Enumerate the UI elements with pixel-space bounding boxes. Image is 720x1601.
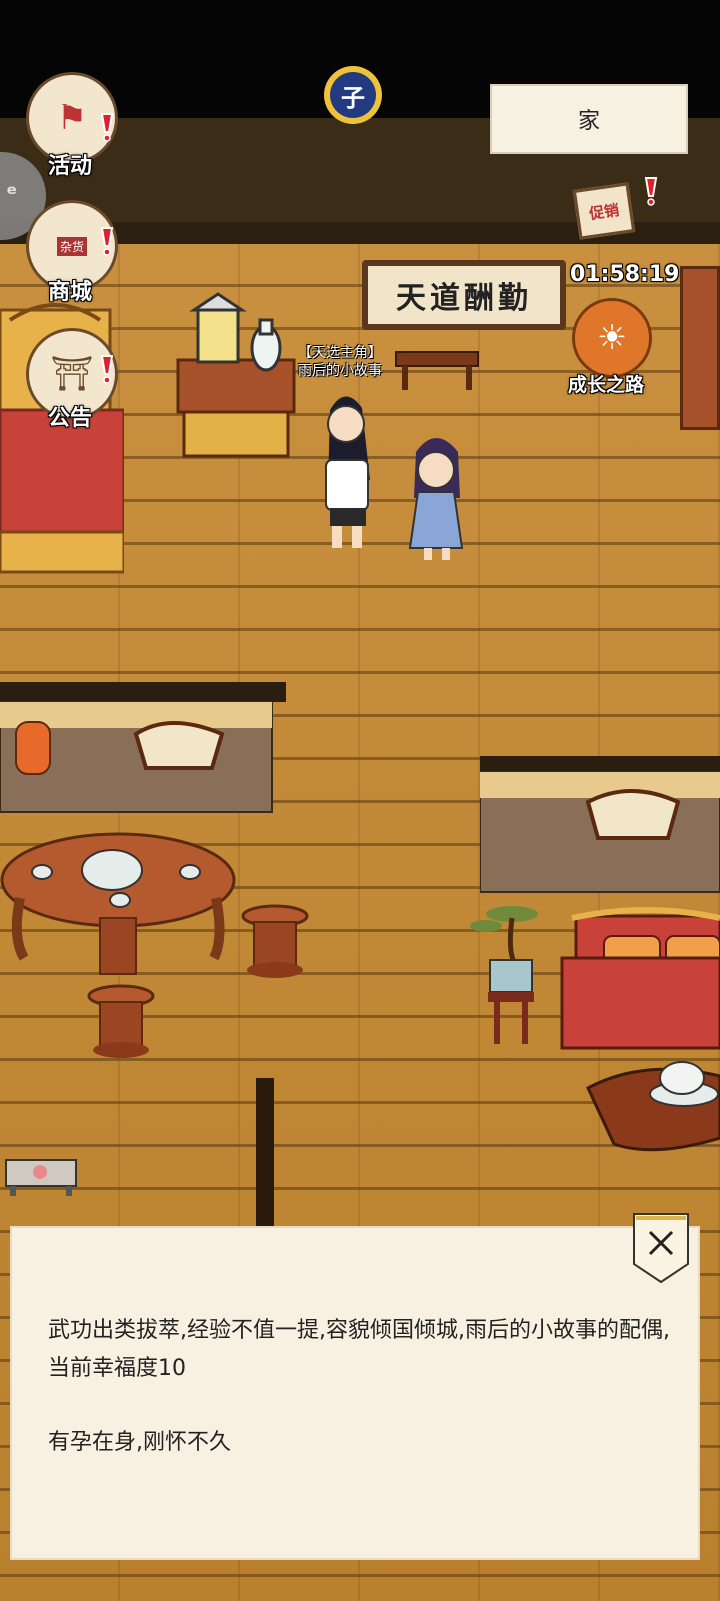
guqin-stand[interactable] <box>392 346 482 392</box>
plaque-text: 天道酬勤 <box>368 266 560 324</box>
promo-badge: 促销 <box>587 200 621 223</box>
spouse-character[interactable] <box>402 428 472 562</box>
tea-table[interactable] <box>0 828 240 978</box>
root-tea-table[interactable] <box>584 1058 720 1158</box>
left-partition <box>0 682 286 813</box>
person-icon: ☀ <box>596 318 628 358</box>
character-title: 【天选主角】 <box>298 345 382 361</box>
shop-alert-icon <box>98 226 116 256</box>
promo-alert-icon <box>642 176 660 206</box>
side-table-with-lamp[interactable] <box>176 290 296 460</box>
bonsai-stand[interactable] <box>468 900 548 1050</box>
time-of-day-indicator[interactable]: 子 <box>324 66 382 124</box>
dialog-status: 有孕在身,刚怀不久 <box>48 1430 231 1455</box>
stool-right[interactable] <box>240 904 310 980</box>
dialog-description: 武功出类拔萃,经验不值一提,容貌倾国倾城,雨后的小故事的配偶,当前幸福度10 <box>48 1318 670 1381</box>
character-name: 雨后的小故事 <box>298 363 382 379</box>
game-scene: 天道酬勤 【天选主角】 雨后的小故事 子 家 ᵉ ⚑ 活动 杂货 商城 ⛩ 公告… <box>0 0 720 1601</box>
time-indicator-text: 子 <box>330 72 376 118</box>
cabinet[interactable] <box>680 266 720 430</box>
growth-path-label: 成长之路 <box>568 374 645 396</box>
player-character[interactable] <box>300 390 390 556</box>
sofa[interactable] <box>556 906 720 1058</box>
stool-front[interactable] <box>86 984 156 1060</box>
character-name-tag: 【天选主角】 雨后的小故事 <box>298 344 382 380</box>
shop-label: 商城 <box>48 280 93 305</box>
notice-alert-icon <box>98 354 116 384</box>
side-tab-glyph-icon: ᵉ <box>6 180 18 208</box>
promo-timer: 01:58:19 <box>570 262 680 287</box>
right-partition <box>480 756 720 893</box>
shop-badge: 杂货 <box>56 236 87 256</box>
promo-button[interactable]: 促销 <box>572 182 636 240</box>
flag-icon: ⚑ <box>56 98 88 138</box>
pillar <box>256 1078 274 1228</box>
pavilion-icon: ⛩ <box>50 354 94 394</box>
info-dialog: 武功出类拔萃,经验不值一提,容貌倾国倾城,雨后的小故事的配偶,当前幸福度10 有… <box>10 1226 700 1560</box>
wall-plaque: 天道酬勤 <box>362 260 566 330</box>
location-label: 家 <box>490 84 688 154</box>
growth-path-button[interactable]: ☀ <box>572 298 652 378</box>
activity-label: 活动 <box>48 154 93 179</box>
close-button[interactable] <box>632 1212 690 1284</box>
small-bench[interactable] <box>4 1158 78 1198</box>
activity-alert-icon <box>98 112 116 142</box>
notice-label: 公告 <box>48 406 93 431</box>
